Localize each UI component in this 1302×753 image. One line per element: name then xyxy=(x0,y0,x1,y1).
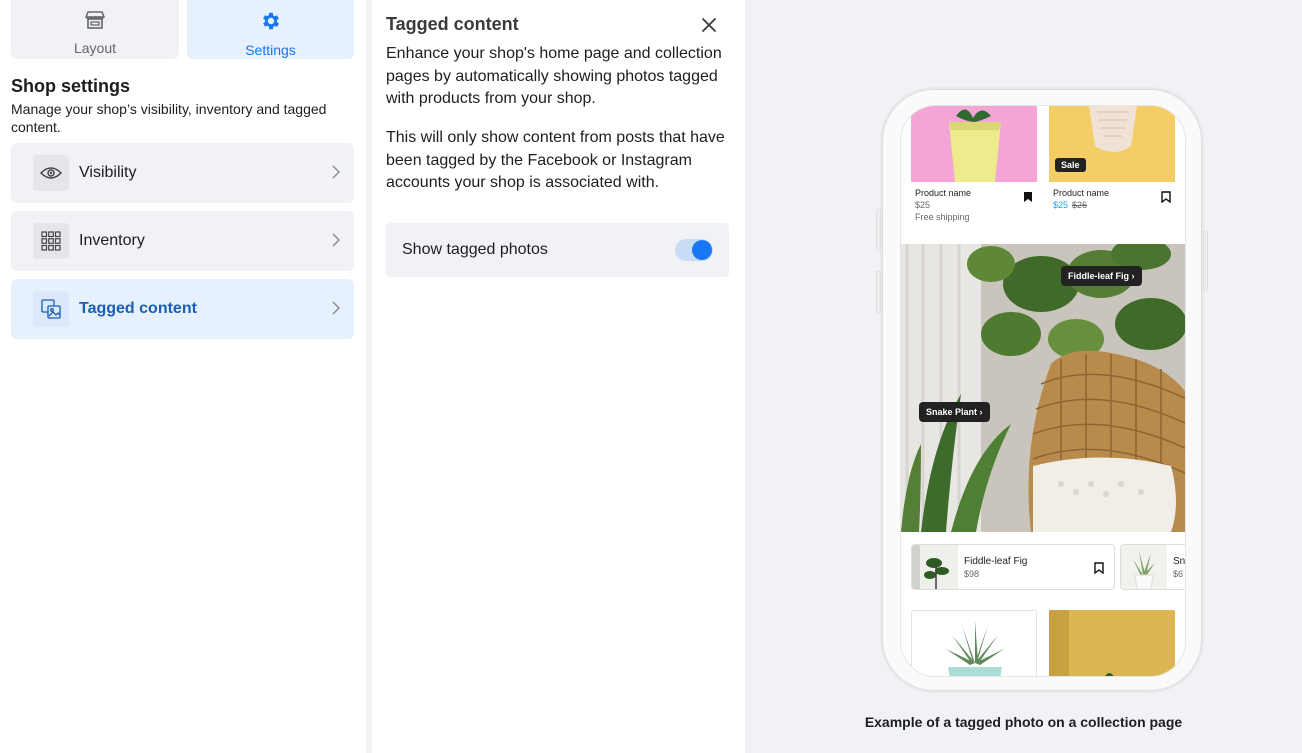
product-price: $25 xyxy=(915,200,931,210)
product-image xyxy=(911,106,1037,182)
sale-badge: Sale xyxy=(1055,158,1086,172)
tagged-product-card[interactable]: Sna $6 xyxy=(1120,544,1186,590)
tagged-product-thumbnail xyxy=(1121,545,1167,589)
preview-area: Product name $25 Free shipping Sale Prod… xyxy=(745,0,1302,753)
tagged-content-panel: Tagged content Enhance your shop's home … xyxy=(372,0,745,753)
phone-screen: Product name $25 Free shipping Sale Prod… xyxy=(900,105,1186,677)
phone-side-button xyxy=(876,209,881,251)
left-sidebar: Layout Settings Shop settings Manage you… xyxy=(0,0,366,753)
tagged-product-card[interactable]: Fiddle-leaf Fig $98 xyxy=(911,544,1115,590)
original-price: $26 xyxy=(1072,200,1088,210)
eye-icon xyxy=(33,155,69,191)
sidebar-item-label: Inventory xyxy=(79,232,145,249)
tagged-product-name: Sna xyxy=(1173,556,1186,567)
product-name: Product name xyxy=(915,188,972,198)
storefront-icon xyxy=(84,10,106,35)
product-card: Product name $25 Free shipping xyxy=(911,106,1037,236)
sidebar-item-label: Tagged content xyxy=(79,300,197,317)
toggle-knob xyxy=(692,240,712,260)
photo-tag-label: Snake Plant xyxy=(926,407,978,417)
sidebar-item-tagged-content[interactable]: Tagged content xyxy=(11,279,354,339)
product-image xyxy=(911,610,1037,676)
shop-settings-title: Shop settings xyxy=(11,76,131,96)
sale-price: $25 xyxy=(1053,200,1069,210)
panel-description: Enhance your shop's home page and collec… xyxy=(386,45,722,107)
tab-settings[interactable]: Settings xyxy=(187,0,354,59)
product-shipping: Free shipping xyxy=(915,212,970,222)
close-icon[interactable] xyxy=(700,16,718,34)
tab-layout-label: Layout xyxy=(73,40,117,56)
chevron-right-icon xyxy=(332,233,341,252)
tagged-photo[interactable]: Fiddle-leaf Fig › Snake Plant › xyxy=(901,244,1185,532)
panel-note: This will only show content from posts t… xyxy=(386,129,725,191)
chevron-right-icon xyxy=(332,165,341,184)
mode-tabs: Layout Settings xyxy=(11,0,354,59)
preview-caption: Example of a tagged photo on a collectio… xyxy=(864,714,1183,730)
phone-mockup: Product name $25 Free shipping Sale Prod… xyxy=(876,87,1208,693)
sidebar-item-label: Visibility xyxy=(79,164,137,181)
show-tagged-photos-toggle[interactable] xyxy=(675,239,713,261)
product-card: Sale Product name $25 $26 xyxy=(1049,106,1175,236)
tagged-photos-icon xyxy=(33,291,69,327)
bookmark-outline-icon[interactable] xyxy=(1094,561,1104,575)
gear-icon xyxy=(260,10,282,37)
bookmark-icon[interactable] xyxy=(1023,190,1033,202)
tagged-product-price: $6 xyxy=(1173,569,1184,579)
tagged-product-name: Fiddle-leaf Fig xyxy=(964,556,1028,567)
product-name: Product name xyxy=(1053,188,1110,198)
photo-tag-snake-plant[interactable]: Snake Plant › xyxy=(919,402,990,422)
photo-tag-fiddle-leaf-fig[interactable]: Fiddle-leaf Fig › xyxy=(1061,266,1142,286)
tab-settings-label: Settings xyxy=(245,42,296,58)
tab-layout[interactable]: Layout xyxy=(11,0,179,59)
phone-side-button xyxy=(1203,231,1208,291)
toggle-label: Show tagged photos xyxy=(402,241,548,258)
show-tagged-photos-row: Show tagged photos xyxy=(386,223,729,277)
shop-settings-description: Manage your shop’s visibility, inventory… xyxy=(11,101,327,135)
sidebar-item-visibility[interactable]: Visibility xyxy=(11,143,354,203)
product-image xyxy=(1049,610,1175,676)
grid-icon xyxy=(33,223,69,259)
tagged-product-price: $98 xyxy=(964,569,980,579)
chevron-right-icon xyxy=(332,301,341,320)
panel-title: Tagged content xyxy=(386,14,519,34)
phone-side-button xyxy=(876,271,881,313)
sidebar-item-inventory[interactable]: Inventory xyxy=(11,211,354,271)
tagged-product-thumbnail xyxy=(912,545,958,589)
bookmark-outline-icon[interactable] xyxy=(1161,190,1171,204)
photo-tag-label: Fiddle-leaf Fig xyxy=(1068,271,1130,281)
